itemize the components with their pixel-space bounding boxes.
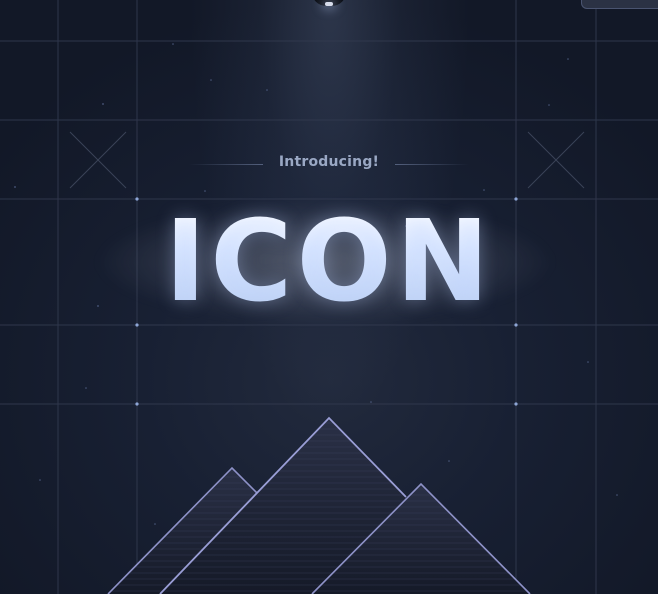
- mountain-peaks-icon: [107, 416, 531, 594]
- hero-stage: Introducing! ICON: [0, 0, 658, 594]
